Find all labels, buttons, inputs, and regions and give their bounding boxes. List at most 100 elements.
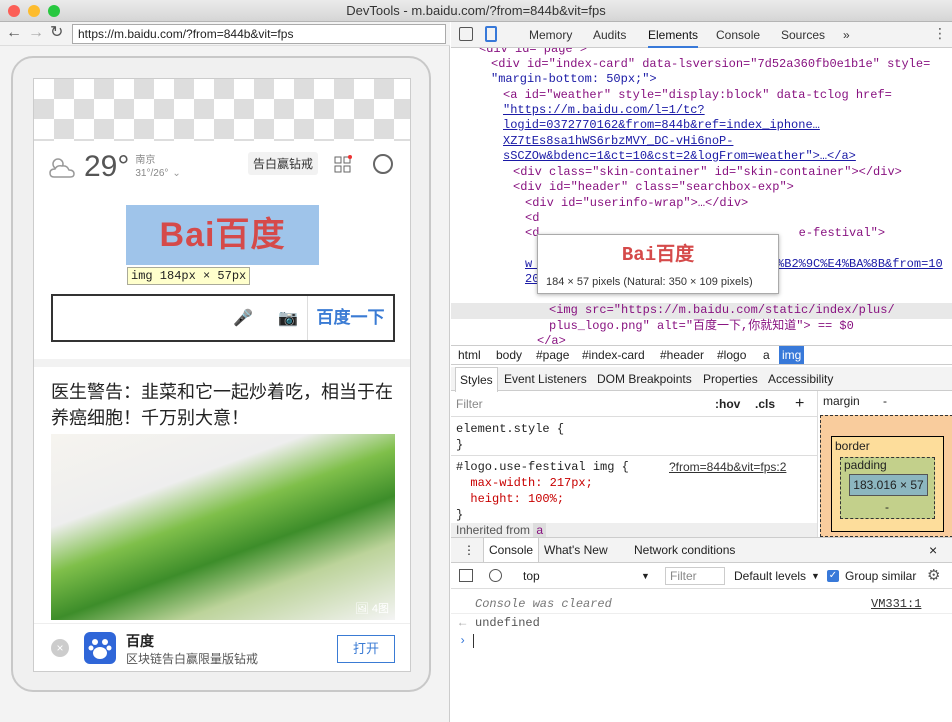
dom-link[interactable]: sSCZOw&bdenc=1&ct=10&cst=2&logFrom=weath… — [503, 149, 856, 165]
more-options-icon[interactable]: ⋮ — [933, 25, 947, 42]
dom-node-selected-cont[interactable]: plus_logo.png" alt="百度一下,你就知道"> == $0 — [549, 319, 854, 335]
baidu-logo-text: Bai百度 — [159, 216, 286, 254]
apps-grid-icon[interactable] — [334, 155, 352, 173]
weather-widget[interactable]: 29° 南京 31°/26° ⌄ — [46, 149, 181, 185]
url-input[interactable]: https://m.baidu.com/?from=844b&vit=fps — [72, 24, 446, 44]
console-message: Console was cleared — [475, 597, 612, 611]
photo-count-badge: 🖼 4图 — [354, 603, 389, 615]
box-content[interactable]: 183.016 × 57 — [849, 474, 928, 496]
tab-dom-breakpoints[interactable]: DOM Breakpoints — [597, 367, 692, 391]
app-subtitle: 区块链告白赢限量版钻戒 — [126, 652, 259, 666]
tab-event-listeners[interactable]: Event Listeners — [504, 367, 587, 391]
baidu-logo[interactable]: Bai百度 — [126, 205, 319, 265]
inherited-element-link[interactable]: a — [533, 523, 547, 537]
close-icon[interactable]: × — [51, 639, 69, 657]
rule-selector[interactable]: element.style { — [456, 421, 564, 437]
zoom-window-button[interactable] — [48, 5, 60, 17]
box-border[interactable]: border padding 183.016 × 57 - — [831, 436, 944, 532]
app-name: 百度 — [126, 633, 154, 649]
tab-elements[interactable]: Elements — [648, 22, 699, 48]
hov-toggle[interactable]: :hov — [715, 391, 740, 417]
divider — [34, 359, 410, 367]
news-headline[interactable]: 医生警告：韭菜和它一起炒着吃，相当于在养癌细胞！千万别大意！ — [51, 379, 397, 431]
tab-properties[interactable]: Properties — [703, 367, 758, 391]
context-select[interactable]: top — [523, 563, 540, 589]
drawer-tab-whats-new[interactable]: What's New — [544, 538, 608, 562]
box-margin[interactable]: margin - border padding 183.016 × 57 - — [820, 394, 952, 537]
margin-label: margin — [823, 394, 860, 408]
dom-node[interactable]: <div id="userinfo-wrap">…</div> — [525, 196, 748, 212]
tab-styles[interactable]: Styles — [455, 367, 498, 392]
photo-count: 4图 — [371, 603, 389, 615]
add-rule-icon[interactable]: + — [795, 391, 804, 417]
dom-node[interactable]: <a id="weather" style="display:block" da… — [503, 88, 892, 104]
search-box[interactable]: 🎤 📷 百度一下 — [51, 294, 395, 342]
close-window-button[interactable] — [8, 5, 20, 17]
inspect-element-icon[interactable] — [459, 27, 473, 41]
crumb-index-card[interactable]: #index-card — [579, 346, 648, 364]
rule-property[interactable]: max-width: 217px; — [456, 475, 592, 491]
clear-console-icon[interactable] — [489, 569, 502, 582]
chevron-down-icon: ⌄ — [172, 167, 181, 179]
tab-accessibility[interactable]: Accessibility — [768, 367, 833, 391]
dom-link[interactable]: logid=0372770162&from=844b&ref=index_iph… — [503, 118, 820, 134]
rule-selector[interactable]: #logo.use-festival img { — [456, 459, 629, 475]
sidebar-tabs: Styles Event Listeners DOM Breakpoints P… — [451, 367, 952, 392]
dom-node-selected[interactable]: <img src="https://m.baidu.com/static/ind… — [549, 303, 895, 319]
tab-audits[interactable]: Audits — [593, 22, 626, 48]
device-toolbar-icon[interactable] — [485, 26, 497, 42]
console-input[interactable] — [473, 634, 474, 648]
dom-node[interactable]: <div id="index-card" data-lsversion="7d5… — [491, 57, 930, 73]
crumb-page[interactable]: #page — [533, 346, 572, 364]
box-padding[interactable]: padding 183.016 × 57 - — [840, 457, 935, 519]
console-source-link[interactable]: VM331:1 — [871, 597, 921, 611]
more-tabs-button[interactable]: » — [843, 22, 850, 48]
app-download-bar: × 百度 区块链告白赢限量版钻戒 打开 — [34, 623, 410, 671]
dom-node[interactable]: <div class="skin-container" id="skin-con… — [513, 165, 902, 181]
drawer-tabbar: ⋮ Console What's New Network conditions … — [451, 537, 952, 563]
drawer-tab-network-conditions[interactable]: Network conditions — [634, 538, 735, 562]
user-icon[interactable] — [373, 154, 393, 174]
dom-link[interactable]: "https://m.baidu.com/l=1/tc? — [503, 103, 705, 119]
gear-icon[interactable]: ⚙ — [927, 563, 940, 589]
crumb-img[interactable]: img — [779, 346, 805, 364]
crumb-body[interactable]: body — [493, 346, 525, 364]
tab-sources[interactable]: Sources — [781, 22, 825, 48]
chevron-down-icon[interactable]: ▼ — [641, 563, 650, 589]
minimize-window-button[interactable] — [28, 5, 40, 17]
dom-link[interactable]: XZ7tEs8sa1hWS6rbzMVY_DC-vHi6noP- — [503, 134, 733, 150]
promo-link[interactable]: 告白赢钻戒 — [248, 152, 319, 175]
transparent-banner — [34, 79, 410, 141]
group-similar-checkbox[interactable]: ✓ — [827, 570, 839, 582]
log-levels-select[interactable]: Default levels — [734, 563, 806, 589]
styles-filter-input[interactable]: Filter — [456, 391, 483, 417]
console-log[interactable]: Console was cleared VM331:1 ← undefined … — [451, 589, 952, 722]
rule-source-link[interactable]: ?from=844b&vit=fps:2 — [669, 459, 786, 475]
console-filter-input[interactable]: Filter — [665, 567, 725, 585]
crumb-logo[interactable]: #logo — [714, 346, 749, 364]
dom-node[interactable]: <d — [525, 211, 539, 227]
open-app-button[interactable]: 打开 — [337, 635, 395, 663]
back-icon[interactable]: ← — [6, 25, 22, 41]
drawer-tab-console[interactable]: Console — [483, 538, 540, 562]
rule-property[interactable]: height: 100%; — [456, 491, 564, 507]
reload-icon[interactable]: ↻ — [50, 25, 63, 41]
news-photo[interactable]: 🖼 4图 — [51, 434, 395, 620]
crumb-a[interactable]: a — [760, 346, 773, 364]
cls-toggle[interactable]: .cls — [755, 391, 775, 417]
chevron-down-icon[interactable]: ▼ — [811, 563, 820, 589]
elements-tree[interactable]: <div id="page"> <div id="index-card" dat… — [451, 48, 952, 348]
dom-node[interactable]: <div id="header" class="searchbox-exp"> — [513, 180, 794, 196]
close-drawer-icon[interactable]: × — [929, 538, 937, 562]
crumb-header[interactable]: #header — [657, 346, 707, 364]
tab-memory[interactable]: Memory — [529, 22, 572, 48]
forward-icon[interactable]: → — [28, 25, 44, 41]
microphone-icon[interactable]: 🎤 — [233, 308, 253, 328]
crumb-html[interactable]: html — [455, 346, 484, 364]
breadcrumb: html body #page #index-card #header #log… — [451, 345, 952, 365]
tab-console[interactable]: Console — [716, 22, 760, 48]
search-button[interactable]: 百度一下 — [307, 296, 393, 340]
show-sidebar-icon[interactable] — [459, 569, 473, 582]
camera-icon[interactable]: 📷 — [278, 308, 298, 328]
drawer-menu-icon[interactable]: ⋮ — [463, 538, 475, 562]
